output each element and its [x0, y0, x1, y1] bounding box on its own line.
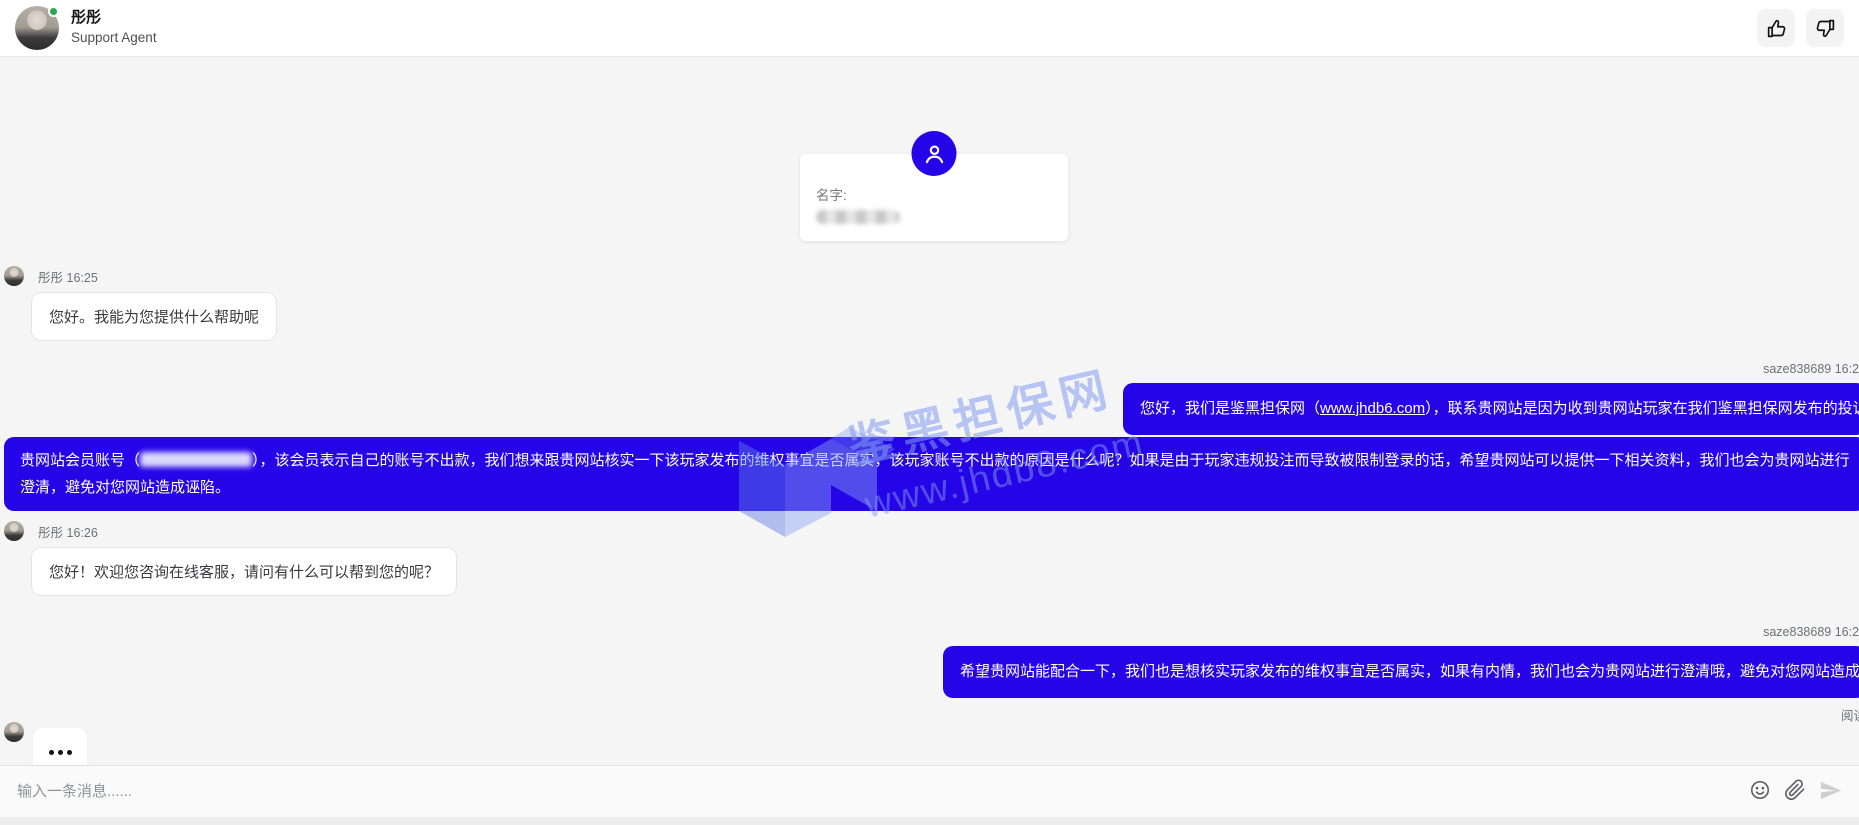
chat-header: 彤彤 Support Agent: [0, 0, 1859, 57]
message-visitor-2: 贵网站会员账号（），该会员表示自己的账号不出款，我们想来跟贵网站核实一下该玩家发…: [4, 437, 1859, 511]
composer-bar: [0, 765, 1859, 817]
widget-footer-strip: [0, 817, 1859, 825]
emoji-icon: [1749, 779, 1771, 804]
agent-avatar: [15, 6, 59, 50]
message-text: 您好，我们是鉴黑担保网（: [1140, 400, 1320, 417]
message-bubble: 希望贵网站能配合一下，我们也是想核实玩家发布的维权事宜是否属实，如果有内情，我们…: [943, 646, 1859, 698]
attachment-button[interactable]: [1784, 779, 1806, 804]
message-text: 贵网站会员账号（: [20, 452, 140, 469]
thumbs-up-button[interactable]: [1757, 9, 1795, 47]
thumbs-down-button[interactable]: [1806, 9, 1844, 47]
message-input[interactable]: [17, 783, 1733, 800]
message-bubble: 您好！欢迎您咨询在线客服，请问有什么可以帮到您的呢？: [31, 547, 457, 596]
message-text: ），联系贵网站是因为收到贵网站玩家在我们鉴黑担保网发布的投诉。: [1425, 400, 1859, 417]
chat-widget: 彤彤 Support Agent: [0, 0, 1859, 825]
thumbs-down-icon: [1815, 18, 1836, 39]
send-button[interactable]: [1819, 779, 1842, 805]
paperclip-icon: [1784, 779, 1806, 804]
emoji-button[interactable]: [1749, 779, 1771, 804]
agent-meta: 彤彤 Support Agent: [71, 9, 157, 47]
read-receipt: 阅读: [943, 705, 1859, 724]
agent-role: Support Agent: [71, 30, 157, 47]
name-field-value-redacted: [816, 210, 900, 224]
message-meta: 彤彤 16:25: [38, 267, 98, 286]
message-link[interactable]: www.jhdb6.com: [1320, 400, 1425, 417]
message-bubble: 您好。我能为您提供什么帮助呢: [31, 292, 277, 341]
agent-avatar-small: [4, 722, 24, 742]
redacted-account-number: [140, 452, 252, 467]
name-field-label: 名字:: [816, 184, 1052, 204]
message-text: ），该会员表示自己的账号不出款，我们想来跟贵网站核实一下该玩家发布的维权事宜是否…: [20, 452, 1850, 496]
user-circle-icon: [912, 131, 957, 176]
agent-avatar-small: [4, 266, 24, 286]
prechat-card: 名字:: [800, 154, 1068, 241]
message-agent-1: 彤彤 16:25 您好。我能为您提供什么帮助呢: [4, 266, 277, 341]
message-meta: saze838689 16:25: [1123, 362, 1859, 376]
send-icon: [1819, 779, 1842, 805]
rating-buttons: [1757, 9, 1844, 47]
online-status-dot: [48, 6, 59, 17]
message-bubble: 贵网站会员账号（），该会员表示自己的账号不出款，我们想来跟贵网站核实一下该玩家发…: [4, 437, 1859, 511]
message-bubble: 您好，我们是鉴黑担保网（www.jhdb6.com），联系贵网站是因为收到贵网站…: [1123, 383, 1859, 435]
agent-name: 彤彤: [71, 9, 157, 28]
thumbs-up-icon: [1766, 18, 1787, 39]
message-visitor-3: saze838689 16:26 希望贵网站能配合一下，我们也是想核实玩家发布的…: [943, 625, 1859, 724]
message-list[interactable]: 鉴黑担保网 www.jhdb8.com 名字: 彤彤 16:25: [0, 57, 1859, 765]
message-meta: saze838689 16:26: [943, 625, 1859, 639]
message-visitor-1: saze838689 16:25 您好，我们是鉴黑担保网（www.jhdb6.c…: [1123, 362, 1859, 435]
message-meta: 彤彤 16:26: [38, 522, 98, 541]
agent-avatar-small: [4, 521, 24, 541]
message-agent-2: 彤彤 16:26 您好！欢迎您咨询在线客服，请问有什么可以帮到您的呢？: [4, 521, 457, 596]
